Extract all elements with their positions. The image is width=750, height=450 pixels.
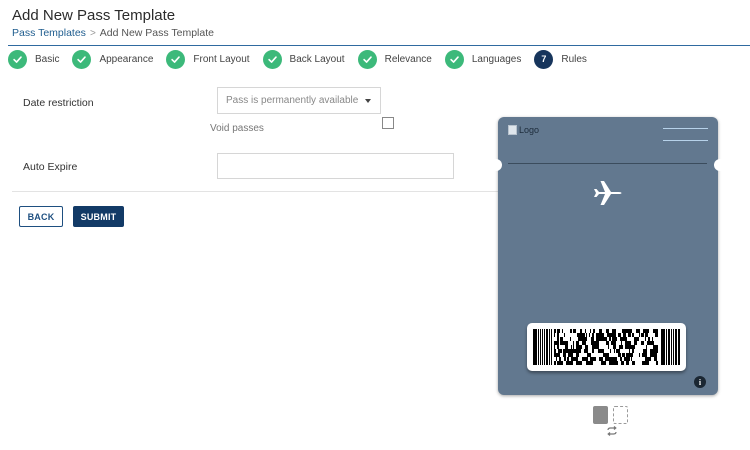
wizard-steps: Basic Appearance Front Layout Back Layou… <box>8 48 601 70</box>
check-icon <box>8 49 27 69</box>
breadcrumb-current: Add New Pass Template <box>99 27 214 39</box>
step-label: Back Layout <box>289 53 345 65</box>
pass-divider <box>508 163 707 164</box>
date-restriction-label: Date restriction <box>23 97 94 109</box>
step-label: Relevance <box>384 53 432 65</box>
step-label: Languages <box>471 53 522 65</box>
pass-header-field-line <box>663 128 708 129</box>
step-label: Front Layout <box>193 53 250 65</box>
pass-logo-alt: Logo <box>519 125 540 135</box>
flip-icon[interactable] <box>606 426 618 436</box>
date-restriction-select[interactable]: Pass is permanently available <box>217 87 381 114</box>
step-front-layout[interactable]: Front Layout <box>166 49 250 69</box>
check-icon <box>166 49 186 69</box>
void-passes-checkbox[interactable] <box>382 117 394 129</box>
check-icon <box>444 49 464 69</box>
pdf417-barcode <box>533 329 680 365</box>
header-divider <box>8 45 750 46</box>
caret-down-icon <box>365 99 371 103</box>
auto-expire-input[interactable] <box>217 153 454 179</box>
broken-image-icon <box>508 125 517 135</box>
breadcrumb-link-pass-templates[interactable]: Pass Templates <box>12 27 86 39</box>
step-label: Rules <box>561 53 587 65</box>
check-icon <box>357 49 377 69</box>
view-front-toggle[interactable] <box>593 406 608 424</box>
view-back-toggle[interactable] <box>613 406 628 424</box>
back-button[interactable]: BACK <box>19 206 63 227</box>
step-relevance[interactable]: Relevance <box>357 49 432 69</box>
step-rules[interactable]: 7 Rules <box>534 49 587 69</box>
step-back-layout[interactable]: Back Layout <box>262 49 345 69</box>
auto-expire-label: Auto Expire <box>23 161 78 173</box>
breadcrumb: Pass Templates > Add New Pass Template <box>12 27 214 39</box>
step-label: Basic <box>35 53 60 65</box>
airplane-icon <box>594 181 622 205</box>
step-languages[interactable]: Languages <box>444 49 522 69</box>
step-number-badge: 7 <box>534 49 554 69</box>
step-appearance[interactable]: Appearance <box>72 49 154 69</box>
step-basic[interactable]: Basic <box>8 49 60 69</box>
breadcrumb-separator: > <box>89 27 96 39</box>
submit-button[interactable]: SUBMIT <box>73 206 124 227</box>
pass-logo: Logo <box>508 125 539 135</box>
pass-barcode <box>527 323 686 371</box>
date-restriction-value: Pass is permanently available <box>226 95 359 106</box>
form-divider <box>12 191 498 192</box>
info-icon[interactable]: i <box>694 376 706 388</box>
check-icon <box>262 49 282 69</box>
check-icon <box>72 49 92 69</box>
page-title: Add New Pass Template <box>12 7 176 24</box>
pass-notch-right <box>714 159 722 171</box>
step-label: Appearance <box>99 53 154 65</box>
pass-header-field-line <box>663 140 708 141</box>
void-passes-label: Void passes <box>210 123 264 134</box>
